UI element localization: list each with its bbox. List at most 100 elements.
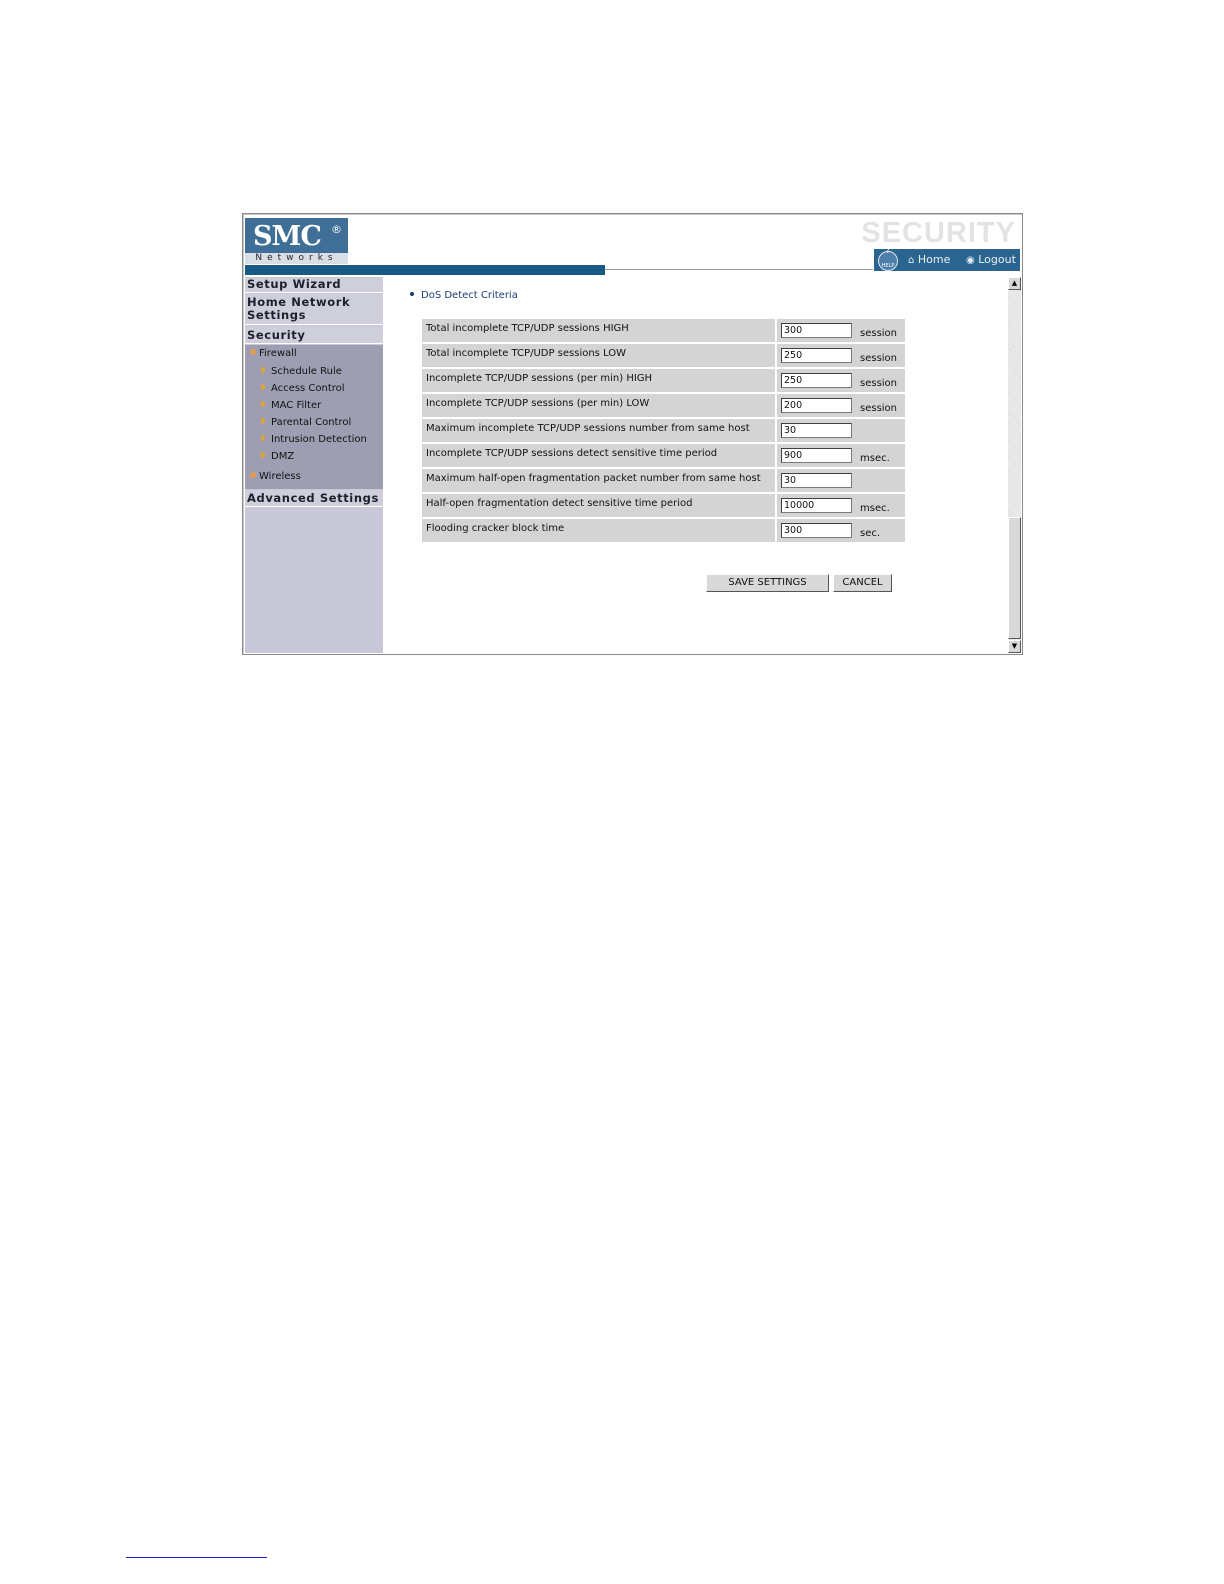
setting-label: Maximum incomplete TCP/UDP sessions numb… — [422, 419, 775, 442]
arrow-right-icon — [261, 434, 266, 442]
access-control-label: Access Control — [271, 383, 345, 394]
setting-label: Incomplete TCP/UDP sessions (per min) HI… — [422, 369, 775, 392]
section-title: DoS Detect Criteria — [410, 290, 518, 301]
schedule-rule-label: Schedule Rule — [271, 366, 342, 377]
setting-unit: msec. — [857, 444, 905, 467]
sidebar-item-parental-control[interactable]: Parental Control — [261, 417, 351, 428]
dos-criteria-table: Total incomplete TCP/UDP sessions HIGH se… — [422, 317, 905, 544]
vertical-scrollbar[interactable]: ▲ ▼ — [1008, 277, 1021, 653]
help-icon[interactable]: HELP — [878, 242, 898, 271]
sidebar-item-intrusion-detection[interactable]: Intrusion Detection — [261, 434, 367, 445]
header-divider — [605, 269, 873, 270]
firewall-label: Firewall — [259, 348, 297, 359]
arrow-right-icon — [261, 383, 266, 391]
table-row: Flooding cracker block time sec. — [422, 519, 905, 542]
sidebar-item-home-network[interactable]: Home Network Settings — [245, 294, 383, 325]
setting-label: Total incomplete TCP/UDP sessions LOW — [422, 344, 775, 367]
logout-link[interactable]: ◉ Logout — [966, 253, 1016, 266]
home-link-label: Home — [917, 253, 951, 266]
intrusion-detection-label: Intrusion Detection — [271, 434, 367, 445]
setting-value-input[interactable] — [781, 523, 852, 538]
setting-unit: msec. — [857, 494, 905, 517]
save-settings-button[interactable]: SAVE SETTINGS — [706, 574, 829, 592]
setting-label: Incomplete TCP/UDP sessions detect sensi… — [422, 444, 775, 467]
setting-value-input[interactable] — [781, 423, 852, 438]
sidebar-item-mac-filter[interactable]: MAC Filter — [261, 400, 321, 411]
home-link[interactable]: ⌂ Home — [908, 253, 950, 266]
setting-value-cell — [777, 494, 857, 517]
setting-label: Maximum half-open fragmentation packet n… — [422, 469, 775, 492]
sidebar-item-dmz[interactable]: DMZ — [261, 451, 294, 462]
sidebar-item-advanced-settings[interactable]: Advanced Settings — [245, 490, 383, 507]
sidebar-category-wireless[interactable]: Wireless — [250, 471, 301, 482]
mac-filter-label: MAC Filter — [271, 400, 322, 411]
sidebar-item-home-network-line2: Settings — [247, 308, 307, 322]
setting-value-input[interactable] — [781, 323, 852, 338]
table-row: Incomplete TCP/UDP sessions detect sensi… — [422, 444, 905, 467]
sidebar: Setup Wizard Home Network Settings Secur… — [245, 277, 383, 653]
setting-unit: session — [857, 394, 905, 417]
setting-label: Incomplete TCP/UDP sessions (per min) LO… — [422, 394, 775, 417]
scroll-up-arrow-icon[interactable]: ▲ — [1008, 277, 1021, 290]
smc-logo: SMC ® Networks — [245, 218, 348, 264]
setting-value-cell — [777, 469, 857, 492]
bullet-icon — [410, 292, 414, 296]
arrow-right-icon — [261, 417, 266, 425]
setting-value-cell — [777, 369, 857, 392]
sidebar-item-security[interactable]: Security — [245, 327, 383, 344]
setting-value-input[interactable] — [781, 448, 852, 463]
table-row: Incomplete TCP/UDP sessions (per min) HI… — [422, 369, 905, 392]
setting-value-cell — [777, 419, 857, 442]
setting-unit — [857, 419, 905, 442]
setting-value-input[interactable] — [781, 373, 852, 388]
dmz-label: DMZ — [271, 451, 295, 462]
setting-label: Half-open fragmentation detect sensitive… — [422, 494, 775, 517]
arrow-right-icon — [261, 451, 266, 459]
header-accent-bar — [245, 265, 605, 275]
logout-link-label: Logout — [978, 253, 1016, 266]
sidebar-category-firewall[interactable]: Firewall — [250, 348, 297, 359]
table-row: Half-open fragmentation detect sensitive… — [422, 494, 905, 517]
table-row: Maximum half-open fragmentation packet n… — [422, 469, 905, 492]
logo-subtitle: Networks — [245, 253, 348, 264]
parental-control-label: Parental Control — [271, 417, 352, 428]
scroll-down-arrow-icon[interactable]: ▼ — [1008, 640, 1021, 653]
browser-frame: SMC ® Networks SECURITY HELP ⌂ Home ◉ Lo… — [242, 213, 1023, 655]
footer-rule — [126, 1557, 267, 1558]
setting-value-cell — [777, 344, 857, 367]
setting-unit: session — [857, 369, 905, 392]
setting-label: Flooding cracker block time — [422, 519, 775, 542]
sidebar-item-setup-wizard[interactable]: Setup Wizard — [245, 278, 383, 293]
setting-value-cell — [777, 319, 857, 342]
sidebar-item-schedule-rule[interactable]: Schedule Rule — [261, 366, 342, 377]
setting-value-cell — [777, 444, 857, 467]
setting-value-input[interactable] — [781, 498, 852, 513]
arrow-right-icon — [261, 400, 266, 408]
bullet-icon — [250, 349, 256, 355]
scrollbar-thumb[interactable] — [1008, 517, 1021, 639]
security-submenu: Firewall Schedule Rule Access Control MA… — [245, 345, 383, 489]
logo-registered-mark: ® — [331, 223, 342, 236]
setting-unit — [857, 469, 905, 492]
setting-value-cell — [777, 394, 857, 417]
main-content: DoS Detect Criteria Total incomplete TCP… — [384, 277, 1006, 653]
setting-value-cell — [777, 519, 857, 542]
table-row: Total incomplete TCP/UDP sessions HIGH se… — [422, 319, 905, 342]
section-title-text: DoS Detect Criteria — [421, 290, 518, 301]
setting-unit: session — [857, 319, 905, 342]
home-icon: ⌂ — [908, 255, 915, 266]
setting-value-input[interactable] — [781, 473, 852, 488]
sidebar-item-access-control[interactable]: Access Control — [261, 383, 345, 394]
power-icon: ◉ — [966, 255, 975, 266]
setting-label: Total incomplete TCP/UDP sessions HIGH — [422, 319, 775, 342]
setting-value-input[interactable] — [781, 398, 852, 413]
wireless-label: Wireless — [259, 471, 301, 482]
table-row: Total incomplete TCP/UDP sessions LOW ses… — [422, 344, 905, 367]
setting-unit: session — [857, 344, 905, 367]
setting-unit: sec. — [857, 519, 905, 542]
top-nav: HELP ⌂ Home ◉ Logout — [873, 242, 1020, 271]
table-row: Maximum incomplete TCP/UDP sessions numb… — [422, 419, 905, 442]
cancel-button[interactable]: CANCEL — [833, 574, 892, 592]
setting-value-input[interactable] — [781, 348, 852, 363]
logo-text: SMC — [253, 221, 322, 252]
